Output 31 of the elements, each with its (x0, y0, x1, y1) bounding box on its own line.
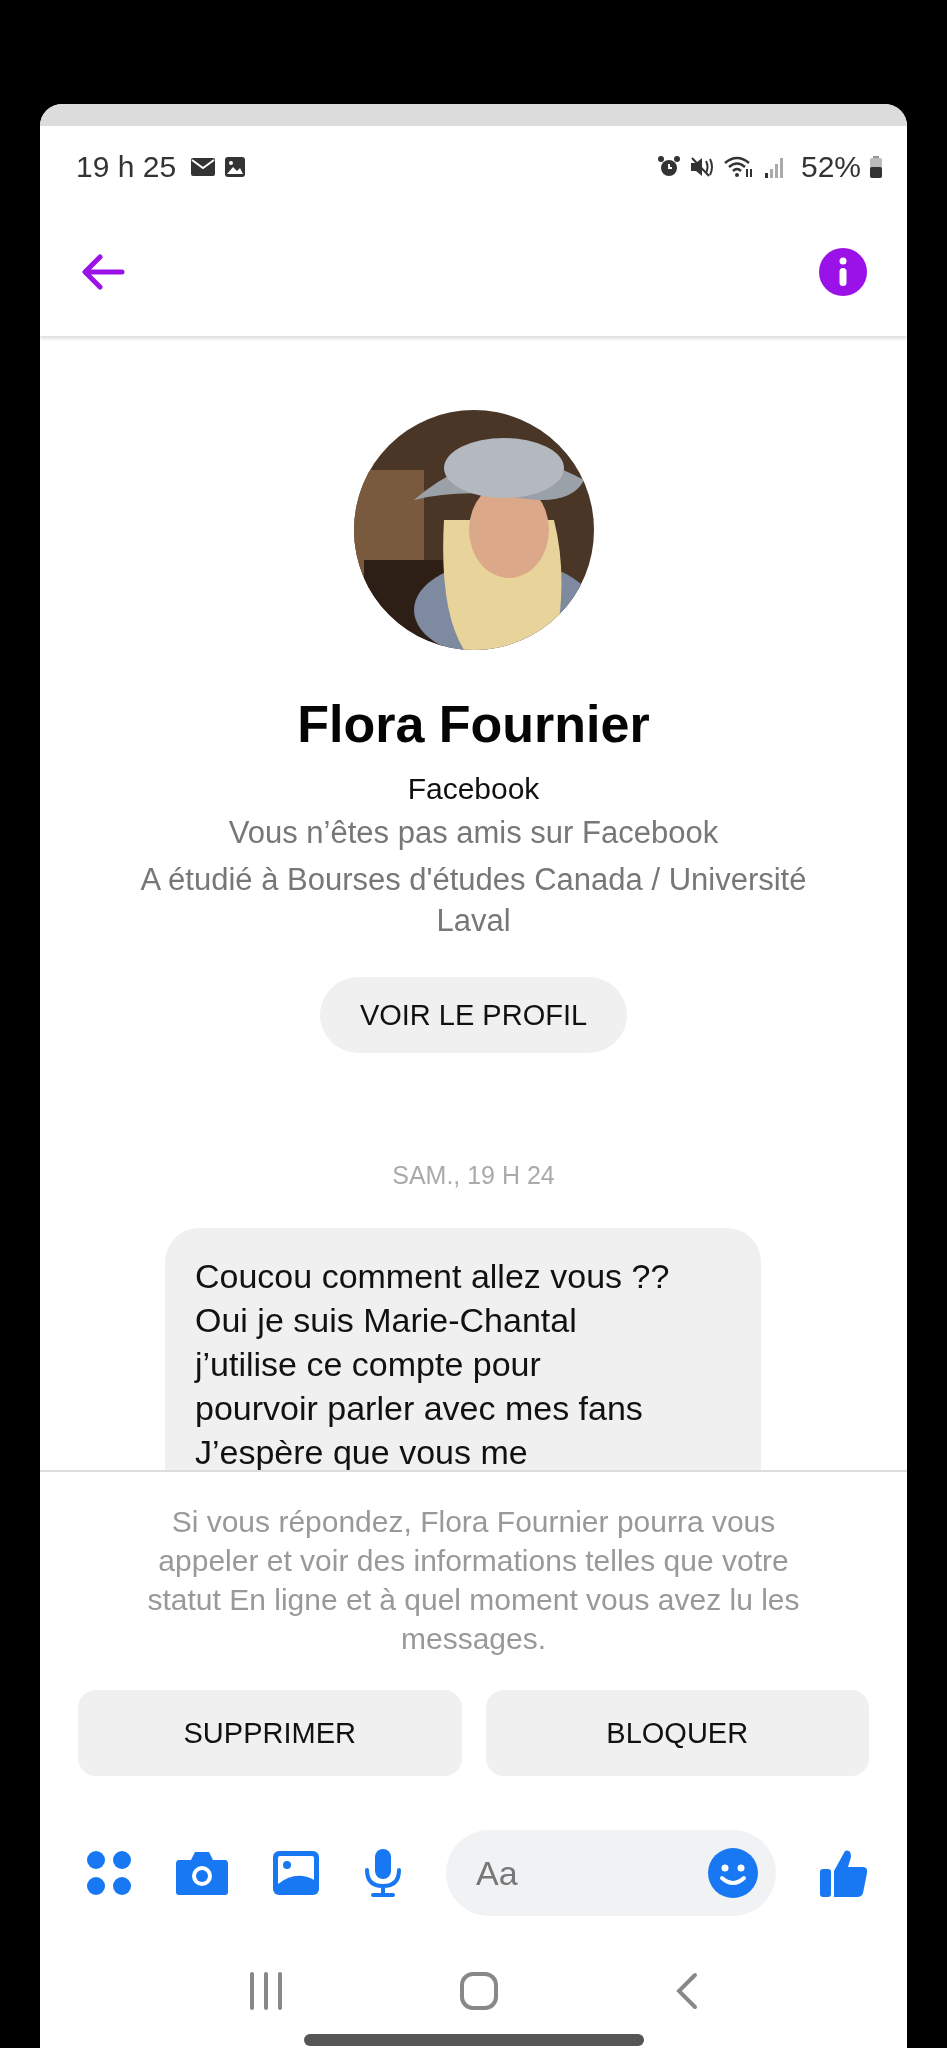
wifi-icon (722, 155, 755, 179)
home-icon[interactable] (459, 1971, 500, 2011)
microphone-icon[interactable] (363, 1848, 403, 1898)
back-icon[interactable] (675, 1972, 700, 2010)
battery-percentage: 52% (800, 150, 861, 184)
profile-platform: Facebook (407, 772, 540, 806)
mail-icon (190, 157, 217, 177)
mute-icon (688, 155, 715, 179)
profile-name: Flora Fournier (297, 694, 650, 754)
action-button[interactable]: SUPPRIMER (78, 1690, 462, 1776)
info-button[interactable] (819, 248, 867, 296)
back-button[interactable] (80, 253, 126, 291)
recent-apps-icon[interactable] (247, 1972, 284, 2010)
camera-icon[interactable] (175, 1850, 229, 1896)
view-profile-button[interactable]: VOIR LE PROFIL (319, 977, 628, 1053)
back-arrow-icon (80, 253, 126, 291)
more-icon[interactable] (86, 1850, 132, 1896)
alarm-icon (656, 155, 681, 179)
info-icon (819, 248, 867, 296)
gallery-icon[interactable] (272, 1850, 320, 1896)
message-field[interactable]: Aa (446, 1830, 776, 1916)
profile-detail: A étudié à Bourses d'études Canada / Université Laval (139, 861, 808, 940)
status-time: 19 h 25 (76, 150, 177, 184)
message-timestamp: SAM., 19 H 24 (392, 1161, 555, 1190)
battery-icon (869, 155, 883, 179)
action-button[interactable]: BLOQUER (485, 1690, 869, 1776)
reply-notice: Si vous répondez, Flora Fournier pourra vous appeler et voir des informations telles que votre statut En ligne et à quel moment vous avez lu les messages. (146, 1504, 801, 1657)
emoji-icon[interactable] (708, 1848, 758, 1898)
image-icon (224, 156, 247, 178)
message-input[interactable]: Aa (474, 1852, 708, 1894)
profile-detail: Vous n’êtes pas amis sur Facebook (227, 814, 720, 852)
